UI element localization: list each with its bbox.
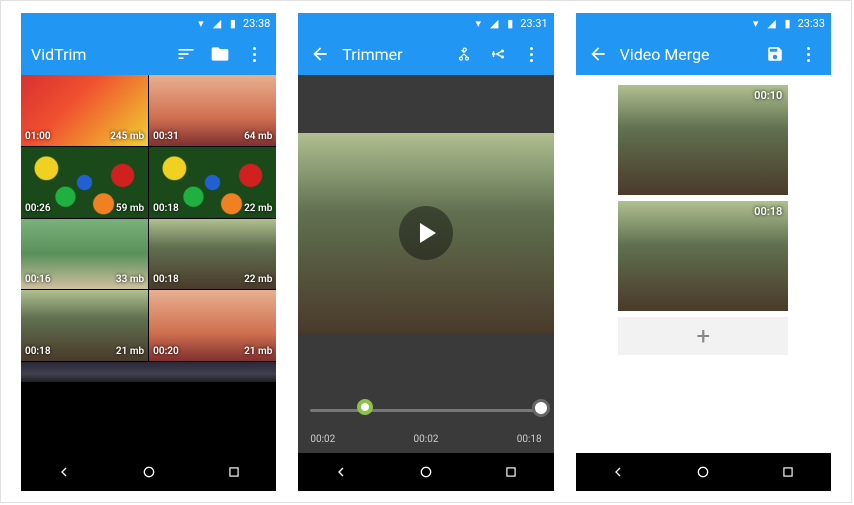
video-cell[interactable]: 00:26 59 mb	[21, 147, 148, 218]
app-bar: VidTrim	[21, 33, 276, 75]
size-label: 21 mb	[244, 346, 272, 357]
slider-handle-start[interactable]	[357, 399, 373, 415]
trim-slider[interactable]	[298, 390, 553, 430]
video-cell[interactable]: 00:18 22 mb	[149, 219, 276, 290]
battery-icon: ▮	[504, 17, 516, 29]
add-video-button[interactable]: +	[618, 317, 788, 355]
wifi-icon: ▾	[472, 17, 484, 29]
duration-label: 00:18	[754, 205, 782, 218]
android-navbar	[21, 453, 276, 491]
status-time: 23:31	[520, 17, 547, 30]
home-nav[interactable]	[417, 463, 435, 481]
status-bar: ▾ ◢ ▮ 23:38	[21, 13, 276, 33]
overflow-button[interactable]	[520, 42, 544, 66]
share-button[interactable]	[486, 42, 510, 66]
play-button[interactable]	[399, 206, 453, 260]
overflow-button[interactable]	[797, 42, 821, 66]
video-cell[interactable]: 00:18 21 mb	[21, 290, 148, 361]
app-title: Trimmer	[342, 45, 441, 64]
wifi-icon: ▾	[195, 17, 207, 29]
duration-label: 00:31	[153, 131, 179, 142]
home-nav[interactable]	[140, 463, 158, 481]
size-label: 22 mb	[244, 274, 272, 285]
battery-icon: ▮	[782, 17, 794, 29]
app-bar: Video Merge	[576, 33, 831, 75]
status-time: 23:33	[798, 17, 825, 30]
recent-nav[interactable]	[225, 463, 243, 481]
sort-button[interactable]	[174, 42, 198, 66]
size-label: 245 mb	[110, 131, 144, 142]
play-icon	[420, 223, 436, 243]
video-preview[interactable]	[298, 95, 553, 370]
merge-item[interactable]: 00:10	[618, 85, 788, 195]
app-title: VidTrim	[31, 45, 164, 64]
app-bar: Trimmer	[298, 33, 553, 75]
duration-label: 00:16	[25, 274, 51, 285]
video-cell[interactable]: 00:31 64 mb	[149, 75, 276, 146]
duration-label: 00:10	[754, 89, 782, 102]
size-label: 21 mb	[116, 346, 144, 357]
video-cell[interactable]: 00:20 21 mb	[149, 290, 276, 361]
signal-icon: ◢	[211, 17, 223, 29]
video-cell[interactable]: 01:00 245 mb	[21, 75, 148, 146]
screen-merge: ▾ ◢ ▮ 23:33 Video Merge 00:10 00:18 +	[576, 13, 831, 491]
video-grid: 01:00 245 mb 00:31 64 mb 00:26 59 mb 00:18 22 m…	[21, 75, 276, 453]
duration-label: 00:18	[153, 203, 179, 214]
cut-button[interactable]	[452, 42, 476, 66]
time-end: 00:18	[517, 434, 542, 445]
android-navbar	[576, 453, 831, 491]
back-nav[interactable]	[609, 463, 627, 481]
merge-item[interactable]: 00:18	[618, 201, 788, 311]
status-bar: ▾ ◢ ▮ 23:33	[576, 13, 831, 33]
slider-track	[310, 409, 541, 412]
status-time: 23:38	[243, 17, 270, 30]
back-nav[interactable]	[332, 463, 350, 481]
battery-icon: ▮	[227, 17, 239, 29]
time-mid: 00:02	[414, 434, 439, 445]
duration-label: 00:26	[25, 203, 51, 214]
back-button[interactable]	[308, 42, 332, 66]
merge-body: 00:10 00:18 +	[576, 75, 831, 453]
back-nav[interactable]	[55, 463, 73, 481]
recent-nav[interactable]	[779, 463, 797, 481]
back-button[interactable]	[586, 42, 610, 66]
home-nav[interactable]	[694, 463, 712, 481]
status-bar: ▾ ◢ ▮ 23:31	[298, 13, 553, 33]
screen-library: ▾ ◢ ▮ 23:38 VidTrim 01:00 245 mb 00:31 64 m…	[21, 13, 276, 491]
size-label: 64 mb	[244, 131, 272, 142]
recent-nav[interactable]	[502, 463, 520, 481]
time-start: 00:02	[310, 434, 335, 445]
time-labels: 00:02 00:02 00:18	[298, 430, 553, 453]
signal-icon: ◢	[488, 17, 500, 29]
screen-trimmer: ▾ ◢ ▮ 23:31 Trimmer 00:02 00:02 00:18	[298, 13, 553, 491]
duration-label: 00:18	[153, 274, 179, 285]
save-button[interactable]	[763, 42, 787, 66]
duration-label: 00:18	[25, 346, 51, 357]
android-navbar	[298, 453, 553, 491]
duration-label: 01:00	[25, 131, 51, 142]
wifi-icon: ▾	[750, 17, 762, 29]
video-cell[interactable]: 00:18 22 mb	[149, 147, 276, 218]
duration-label: 00:20	[153, 346, 179, 357]
overflow-button[interactable]	[242, 42, 266, 66]
signal-icon: ◢	[766, 17, 778, 29]
trimmer-body: 00:02 00:02 00:18	[298, 75, 553, 453]
video-cell[interactable]: 00:16 33 mb	[21, 219, 148, 290]
app-title: Video Merge	[620, 45, 753, 64]
size-label: 22 mb	[244, 203, 272, 214]
size-label: 59 mb	[116, 203, 144, 214]
size-label: 33 mb	[116, 274, 144, 285]
slider-handle-end[interactable]	[532, 399, 550, 417]
folder-button[interactable]	[208, 42, 232, 66]
